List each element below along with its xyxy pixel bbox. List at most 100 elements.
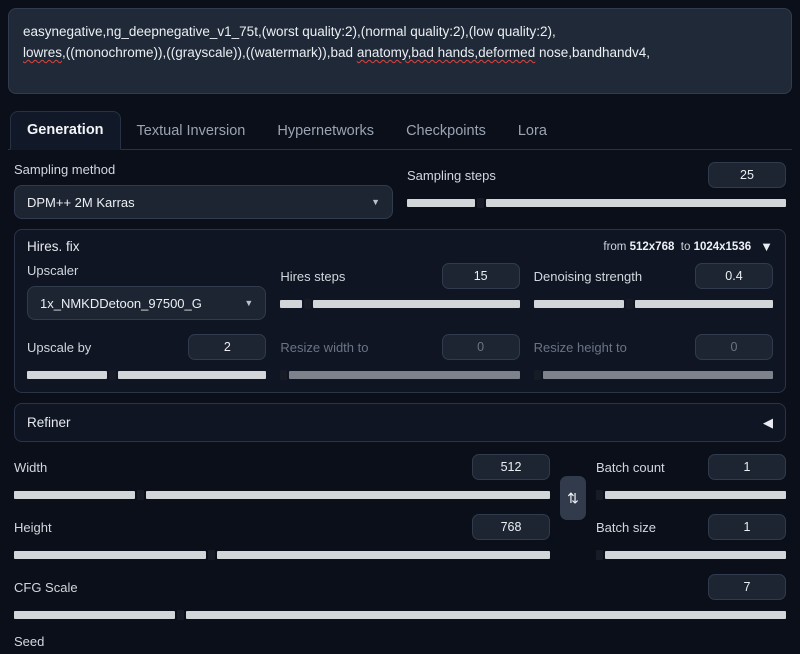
height-header: Height 768 (14, 514, 550, 540)
slider-track-left (407, 199, 475, 207)
sampling-steps-numberbox[interactable]: 25 (708, 162, 786, 188)
upscaler-group: Upscaler 1x_NMKDDetoon_97500_G ▼ (27, 263, 267, 320)
cfg-scale-slider[interactable] (14, 610, 786, 620)
sampling-steps-slider[interactable] (407, 198, 786, 208)
slider-knob[interactable] (208, 550, 215, 560)
swap-arrows-icon: ⇅ (567, 489, 579, 506)
height-numberbox[interactable]: 768 (472, 514, 550, 540)
hires-resolution-info: from 512x768 to 1024x1536 (603, 241, 751, 253)
chevron-left-icon[interactable]: ◀ (763, 416, 773, 429)
denoising-numberbox[interactable]: 0.4 (694, 263, 773, 289)
tab-lora[interactable]: Lora (502, 113, 563, 150)
resize-width-slider[interactable] (280, 370, 520, 380)
slider-track-right (118, 371, 267, 379)
slider-knob[interactable] (625, 299, 633, 309)
sampling-method-value: DPM++ 2M Karras (27, 194, 135, 210)
sampling-steps-group: Sampling steps 25 (407, 162, 786, 208)
batch-count-label: Batch count (596, 459, 665, 475)
slider-track-left (14, 491, 135, 499)
tab-generation[interactable]: Generation (10, 111, 121, 150)
batch-count-header: Batch count 1 (596, 454, 786, 480)
hires-fix-header-right: from 512x768 to 1024x1536 ▼ (603, 240, 773, 253)
slider-knob[interactable] (109, 370, 116, 380)
batch-count-numberbox[interactable]: 1 (708, 454, 786, 480)
slider-knob[interactable] (477, 198, 484, 208)
seed-group: Seed -1 🎲 ♻ Extra (14, 634, 786, 654)
slider-track-right (542, 371, 773, 379)
width-slider[interactable] (14, 490, 550, 500)
cfg-scale-numberbox[interactable]: 7 (708, 574, 786, 600)
upscaler-dropdown[interactable]: 1x_NMKDDetoon_97500_G ▼ (27, 286, 267, 320)
tab-textual-inversion[interactable]: Textual Inversion (121, 113, 262, 150)
dimensions-row: Width 512 Height 768 ⇅ Batch count 1 Bat… (14, 454, 786, 560)
upscale-by-numberbox[interactable]: 2 (188, 334, 267, 360)
resize-height-group: Resize height to 0 (533, 334, 773, 380)
seed-label: Seed (14, 634, 45, 649)
resize-width-numberbox[interactable]: 0 (441, 334, 520, 360)
tab-hypernetworks[interactable]: Hypernetworks (261, 113, 390, 150)
hires-row-1: Upscaler 1x_NMKDDetoon_97500_G ▼ Hires s… (27, 263, 773, 320)
refiner-section: Refiner ◀ (14, 403, 786, 442)
slider-knob[interactable] (304, 299, 312, 309)
chevron-down-icon: ▼ (371, 197, 380, 207)
hires-row-2: Upscale by 2 Resize width to 0 Resize he… (27, 334, 773, 380)
refiner-header[interactable]: Refiner ◀ (15, 404, 785, 441)
denoising-header: Denoising strength 0.4 (534, 263, 773, 289)
sampling-method-label: Sampling method (14, 162, 116, 177)
upscale-by-label: Upscale by (27, 339, 92, 355)
width-height-group: Width 512 Height 768 (14, 454, 550, 560)
prompt-line-1: easynegative,ng_deepnegative_v1_75t,(wor… (23, 24, 556, 39)
slider-track-right (186, 611, 786, 619)
batch-size-label: Batch size (596, 519, 656, 535)
batch-size-slider[interactable] (596, 550, 786, 560)
upscaler-label: Upscaler (27, 263, 79, 278)
negative-prompt-input[interactable]: easynegative,ng_deepnegative_v1_75t,(wor… (8, 8, 792, 94)
slider-track-right (146, 491, 550, 499)
hires-steps-numberbox[interactable]: 15 (441, 263, 520, 289)
swap-dimensions-button[interactable]: ⇅ (560, 476, 586, 520)
slider-track-right (634, 300, 773, 308)
batch-count-slider[interactable] (596, 490, 786, 500)
denoising-slider[interactable] (533, 299, 773, 309)
hires-steps-group: Hires steps 15 (280, 263, 520, 320)
slider-track-right (217, 551, 550, 559)
swap-dimensions-wrap: ⇅ (560, 454, 586, 520)
hires-fix-header[interactable]: Hires. fix from 512x768 to 1024x1536 ▼ (15, 230, 785, 263)
cfg-scale-label: CFG Scale (14, 579, 78, 595)
hires-from-prefix: from (603, 240, 627, 253)
resize-height-numberbox[interactable]: 0 (694, 334, 773, 360)
batch-size-numberbox[interactable]: 1 (708, 514, 786, 540)
resize-height-slider[interactable] (533, 370, 773, 380)
resize-height-label: Resize height to (533, 339, 627, 355)
height-label: Height (14, 519, 52, 535)
hires-fix-section: Hires. fix from 512x768 to 1024x1536 ▼ U… (14, 229, 786, 393)
upscale-by-slider[interactable] (27, 370, 267, 380)
height-slider[interactable] (14, 550, 550, 560)
slider-knob[interactable] (596, 490, 603, 500)
slider-track-left (533, 300, 624, 308)
slider-knob[interactable] (533, 370, 541, 380)
hires-steps-slider[interactable] (280, 299, 520, 309)
upscaler-value: 1x_NMKDDetoon_97500_G (40, 295, 202, 311)
sampling-steps-label: Sampling steps (407, 167, 496, 183)
resize-width-header: Resize width to 0 (280, 334, 520, 360)
slider-knob[interactable] (280, 370, 288, 380)
width-numberbox[interactable]: 512 (472, 454, 550, 480)
batch-size-header: Batch size 1 (596, 514, 786, 540)
chevron-down-icon: ▼ (244, 298, 254, 308)
tab-checkpoints[interactable]: Checkpoints (390, 113, 502, 150)
prompt-line-2-mid: ,((monochrome)),((grayscale)),((watermar… (62, 45, 357, 60)
width-header: Width 512 (14, 454, 550, 480)
prompt-line-2-end: nose,bandhandv4, (535, 45, 651, 60)
slider-knob[interactable] (596, 550, 603, 560)
sampling-method-dropdown[interactable]: DPM++ 2M Karras ▼ (14, 185, 393, 219)
denoising-label: Denoising strength (533, 268, 643, 284)
slider-track-right (605, 551, 786, 559)
chevron-down-icon[interactable]: ▼ (760, 240, 773, 253)
prompt-misspelling-lowres: lowres (23, 45, 63, 60)
hires-to-value: 1024x1536 (693, 240, 752, 253)
generation-body: Sampling method DPM++ 2M Karras ▼ Sampli… (0, 150, 800, 654)
width-label: Width (14, 459, 48, 475)
slider-knob[interactable] (177, 610, 184, 620)
slider-knob[interactable] (137, 490, 144, 500)
